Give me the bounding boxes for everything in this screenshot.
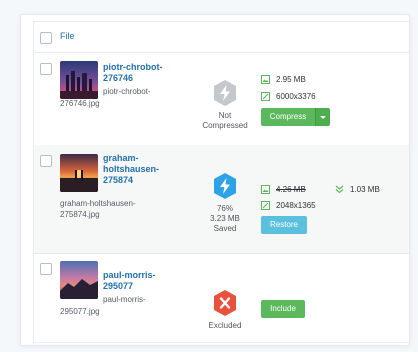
- image-title-link[interactable]: graham-holtshausen- 275874: [103, 153, 173, 186]
- row-checkbox[interactable]: [40, 63, 52, 75]
- status-text-line-1: Not: [218, 111, 232, 120]
- image-title-link[interactable]: piotr-chrobot- 276746: [103, 62, 173, 84]
- compression-status: Not Compressed: [194, 79, 256, 131]
- table-header: File: [34, 22, 409, 53]
- image-size-icon: [261, 75, 270, 84]
- image-thumbnail[interactable]: [60, 261, 98, 299]
- image-size-icon: [261, 185, 270, 194]
- include-button[interactable]: Include: [261, 300, 305, 318]
- filename-line-1: paul-morris-: [103, 295, 146, 304]
- filename-line-2: 276746.jpg: [60, 99, 100, 108]
- table-row: paul-morris- 295077 paul-morris- 295077.j…: [34, 253, 409, 341]
- status-text-line-2: Compressed: [202, 121, 248, 130]
- table-row: piotr-chrobot- 276746 piotr-chrobot- 2767…: [34, 53, 409, 146]
- image-thumbnail[interactable]: [60, 61, 98, 99]
- select-all-checkbox[interactable]: [40, 32, 52, 44]
- savings-label: Saved: [213, 224, 237, 233]
- image-dimensions: 2048x1365: [261, 201, 316, 211]
- excluded-x-icon: [214, 290, 236, 316]
- image-thumbnail[interactable]: [60, 154, 98, 192]
- bolt-gray-icon: [214, 80, 236, 106]
- filename-line-2: 295077.jpg: [60, 307, 100, 316]
- compress-button[interactable]: Compress: [261, 108, 315, 126]
- bolt-blue-icon: [214, 173, 236, 199]
- image-dimensions: 6000x3376: [261, 92, 316, 102]
- column-header-file[interactable]: File: [60, 31, 75, 41]
- original-file-size: 4.26 MB: [261, 185, 306, 195]
- media-library-panel: File piotr-chrobot- 276746 piotr-chrobot…: [20, 14, 410, 346]
- chevron-down-icon: [320, 116, 326, 119]
- filename-line-1: piotr-chrobot-: [103, 87, 151, 96]
- filename-line-2: 275874.jpg: [60, 210, 100, 219]
- compressed-file-size: 1.03 MB: [335, 185, 380, 195]
- table-row: graham-holtshausen- 275874 graham-holtsha…: [34, 145, 409, 254]
- resize-icon: [261, 201, 270, 210]
- compress-options-dropdown[interactable]: [315, 108, 330, 126]
- savings-percent: 76%: [216, 204, 233, 213]
- double-chevron-down-icon: [335, 185, 344, 194]
- savings-amount: 3.23 MB: [210, 214, 240, 223]
- status-text-line-1: Excluded: [208, 321, 242, 330]
- compression-status: Excluded: [194, 289, 256, 331]
- row-checkbox[interactable]: [40, 263, 52, 275]
- compression-status: 76% 3.23 MB Saved: [194, 172, 256, 234]
- restore-button[interactable]: Restore: [261, 216, 307, 234]
- resize-icon: [261, 92, 270, 101]
- row-checkbox[interactable]: [40, 155, 52, 167]
- filename-line-1: graham-holtshausen-: [60, 199, 136, 208]
- media-table: File piotr-chrobot- 276746 piotr-chrobot…: [33, 21, 409, 343]
- file-size: 2.95 MB: [261, 75, 306, 85]
- image-title-link[interactable]: paul-morris- 295077: [103, 270, 173, 292]
